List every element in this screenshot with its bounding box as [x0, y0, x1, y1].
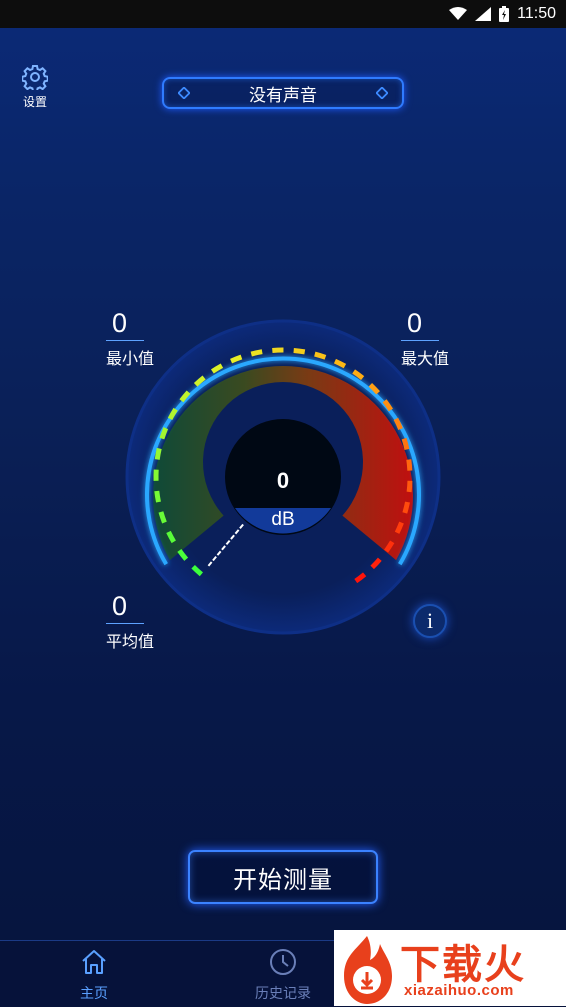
- info-button[interactable]: i: [413, 604, 447, 638]
- gauge-tick: [315, 354, 326, 357]
- decibel-gauge: 0 dB: [118, 312, 448, 642]
- settings-button[interactable]: 设置: [14, 64, 56, 120]
- mode-label: 没有声音: [249, 81, 317, 106]
- home-icon: [79, 947, 109, 977]
- gauge-tick: [157, 448, 159, 459]
- flame-logo-icon: [336, 932, 398, 1006]
- nav-home-label: 主页: [80, 983, 108, 1003]
- gauge-tick: [404, 439, 407, 450]
- watermark-url: xiazaihuo.com: [404, 982, 514, 999]
- wifi-icon: [449, 7, 467, 21]
- start-measure-button[interactable]: 开始测量: [188, 850, 378, 904]
- gauge-tick: [405, 502, 408, 513]
- diamond-left-icon[interactable]: [178, 87, 190, 99]
- status-time: 11:50: [517, 5, 556, 23]
- mode-selector[interactable]: 没有声音: [162, 77, 404, 109]
- watermark-logo: 下载火 xiazaihuo.com: [334, 930, 566, 1006]
- signal-icon: [475, 7, 491, 21]
- gauge-tick: [409, 481, 410, 492]
- gauge-value: 0: [277, 468, 289, 493]
- settings-label: 设置: [23, 93, 47, 110]
- clock-icon: [268, 947, 298, 977]
- gauge-tick: [294, 350, 305, 351]
- gauge-tick: [157, 491, 159, 502]
- gauge-tick: [161, 512, 165, 523]
- status-bar: 11:50: [0, 0, 566, 28]
- nav-history[interactable]: 历史记录: [243, 947, 323, 1003]
- gauge-tick: [409, 459, 410, 470]
- gear-icon: [22, 64, 48, 90]
- battery-icon: [499, 6, 509, 22]
- gauge-unit: dB: [271, 509, 294, 530]
- diamond-right-icon[interactable]: [376, 87, 388, 99]
- nav-home[interactable]: 主页: [54, 947, 134, 1003]
- gauge-tick: [251, 352, 262, 354]
- nav-history-label: 历史记录: [255, 983, 311, 1003]
